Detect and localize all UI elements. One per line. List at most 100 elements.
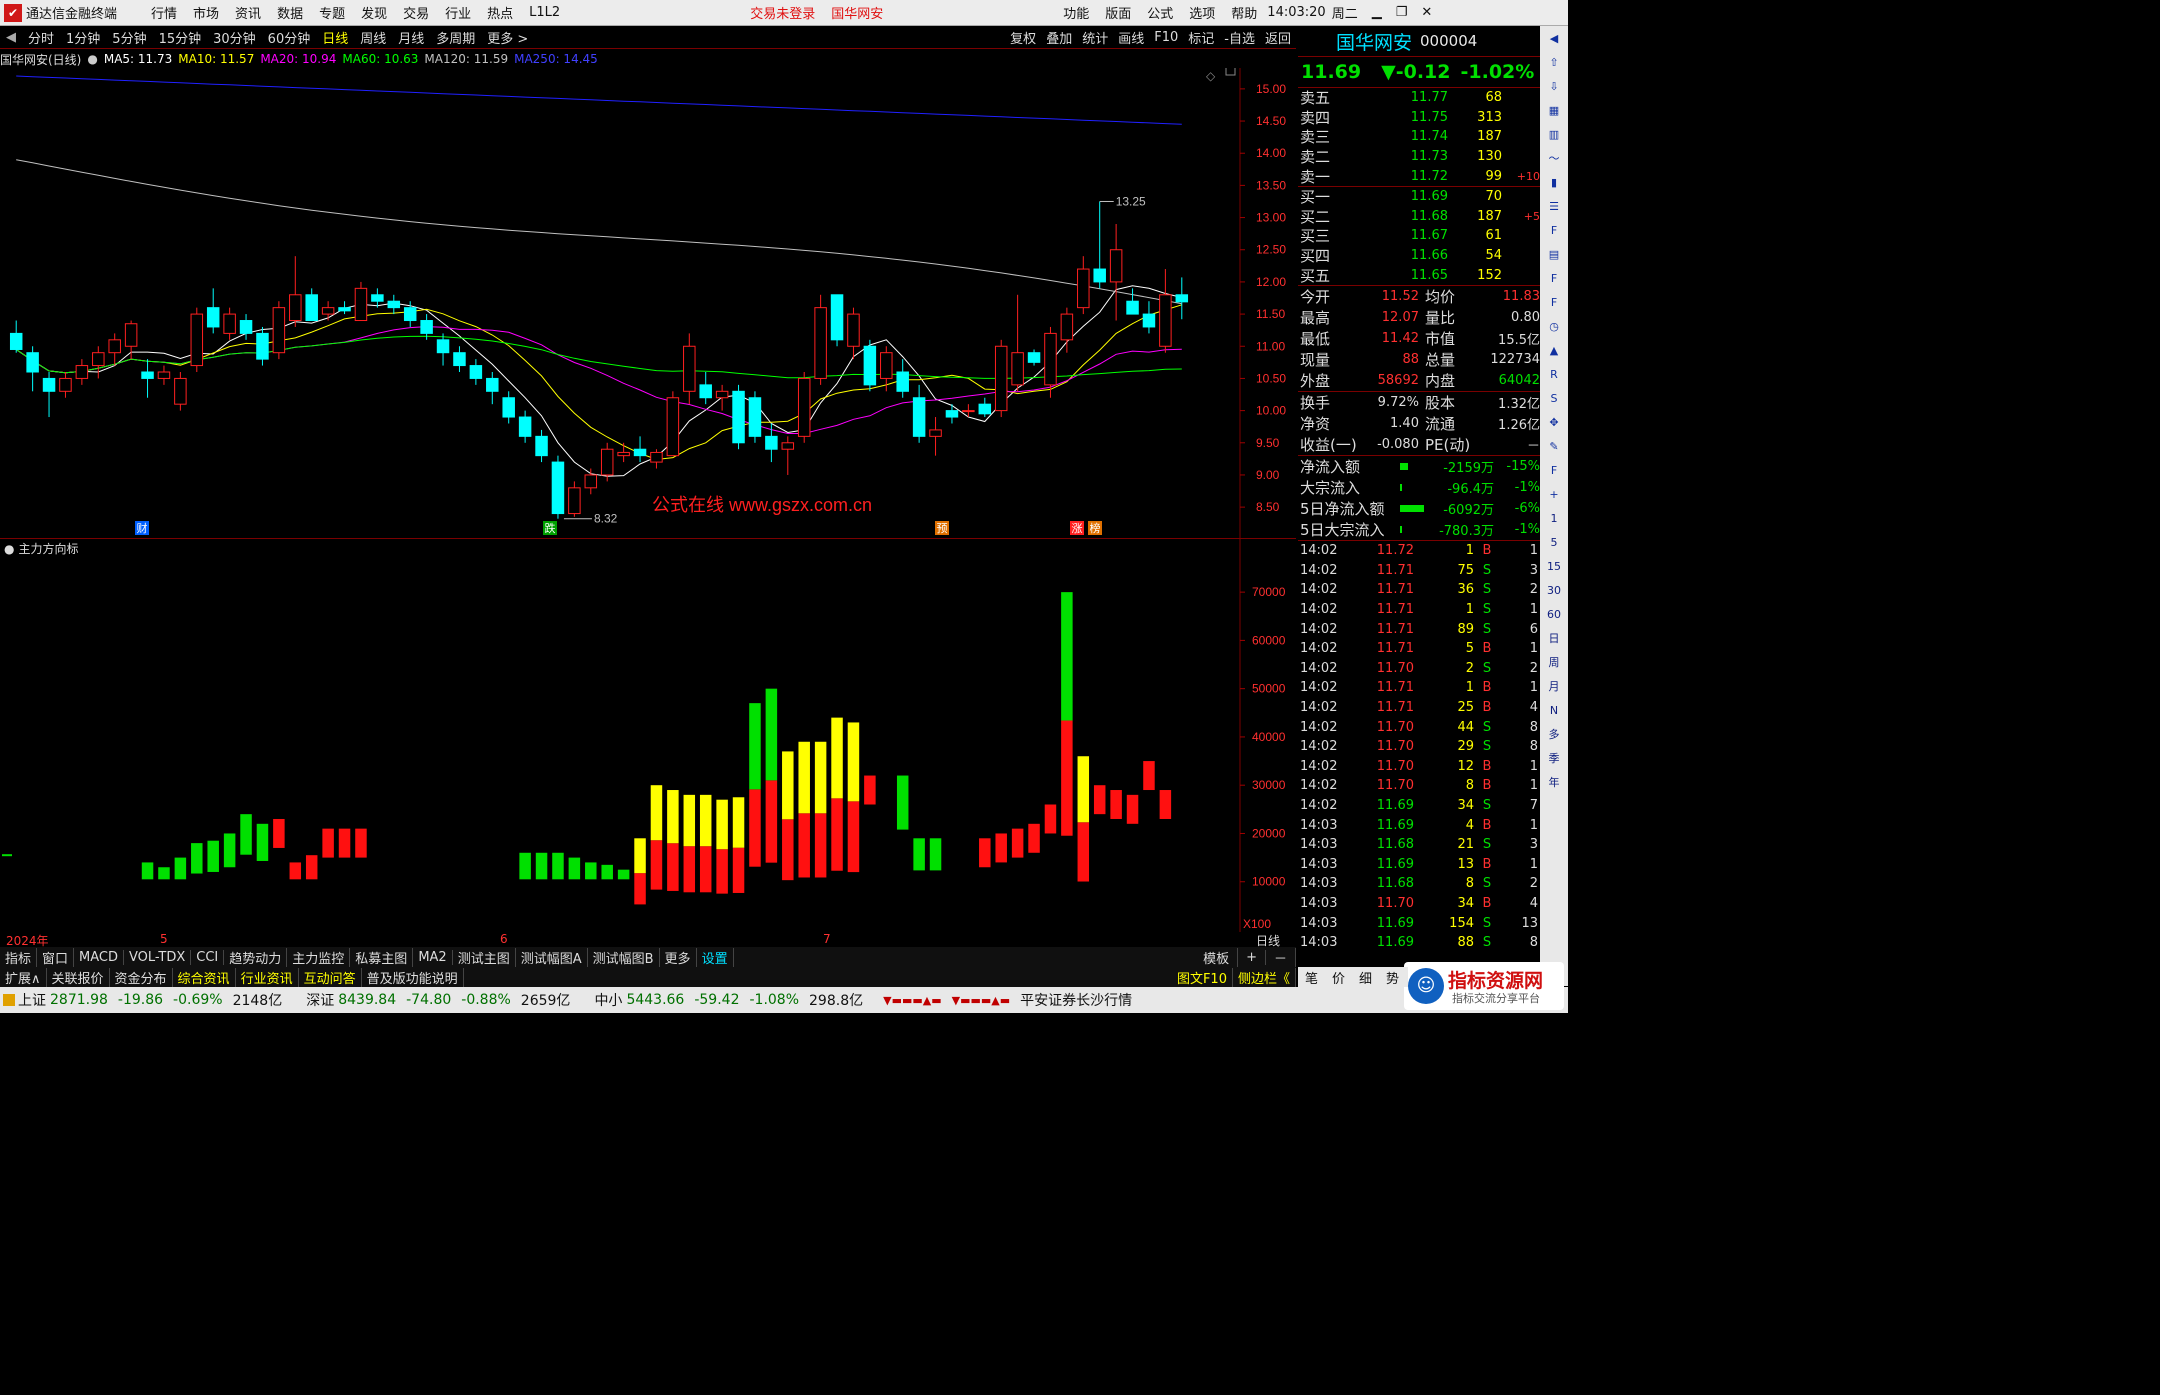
fs-icon[interactable]: F bbox=[1542, 460, 1566, 482]
candle-body[interactable] bbox=[502, 397, 515, 418]
candle-body[interactable] bbox=[124, 323, 138, 347]
rsi-icon[interactable]: R bbox=[1542, 364, 1566, 386]
collapse-icon[interactable]: ◀ bbox=[6, 30, 16, 45]
bars-icon[interactable]: ▥ bbox=[1542, 124, 1566, 146]
period-30min[interactable]: 30分钟 bbox=[213, 28, 256, 47]
candle-body[interactable] bbox=[962, 410, 975, 413]
menu-item-xuanxiang[interactable]: 选项 bbox=[1189, 3, 1215, 22]
clock-icon[interactable]: ◷ bbox=[1542, 316, 1566, 338]
candle-body[interactable] bbox=[92, 352, 105, 367]
chart-box-icon[interactable] bbox=[1225, 68, 1236, 76]
sidebar-period[interactable]: 季 bbox=[1542, 748, 1566, 770]
menu-item-faxian[interactable]: 发现 bbox=[361, 3, 387, 22]
candle-body[interactable] bbox=[108, 339, 121, 354]
period-1min[interactable]: 1分钟 bbox=[66, 28, 100, 47]
tool-tongji[interactable]: 统计 bbox=[1082, 28, 1108, 47]
candle-body[interactable] bbox=[1044, 332, 1057, 386]
indicator-tab[interactable]: 设置 bbox=[697, 947, 734, 967]
menu-item-banmian[interactable]: 版面 bbox=[1105, 3, 1131, 22]
menu-item-l1l2[interactable]: L1L2 bbox=[529, 5, 560, 20]
period-monthly[interactable]: 月线 bbox=[398, 28, 424, 47]
candle-body[interactable] bbox=[633, 448, 647, 457]
sidebar-period[interactable]: 多 bbox=[1542, 724, 1566, 746]
candle-body[interactable] bbox=[436, 339, 450, 354]
bid-row[interactable]: 买三 11.67 61 bbox=[1298, 226, 1540, 246]
tab-tool-button[interactable]: － bbox=[1266, 947, 1296, 967]
indicator-tab[interactable]: 测试幅图A bbox=[516, 947, 588, 967]
sidebar-period[interactable]: 周 bbox=[1542, 652, 1566, 674]
menu-item-jiaoyi[interactable]: 交易 bbox=[403, 3, 429, 22]
candle-body[interactable] bbox=[748, 397, 762, 437]
candle-body[interactable] bbox=[206, 307, 220, 328]
sidebar-period[interactable]: 年 bbox=[1542, 772, 1566, 794]
candle-body[interactable] bbox=[272, 307, 286, 354]
s-icon[interactable]: S bbox=[1542, 388, 1566, 410]
candle-body[interactable] bbox=[797, 377, 811, 437]
candle-body[interactable] bbox=[387, 300, 401, 309]
candle-body[interactable] bbox=[666, 397, 680, 457]
quote-tab[interactable]: 势 bbox=[1386, 968, 1399, 987]
menu-item-zhuanti[interactable]: 专题 bbox=[319, 3, 345, 22]
menu-item-hangqing[interactable]: 行情 bbox=[151, 3, 177, 22]
indicator-tab[interactable]: 主力监控 bbox=[287, 947, 351, 967]
candle-body[interactable] bbox=[486, 377, 499, 392]
candle-body[interactable] bbox=[190, 313, 204, 367]
candle-body[interactable] bbox=[880, 352, 893, 379]
up-icon[interactable]: ⇧ bbox=[1542, 52, 1566, 74]
grid-icon[interactable]: ▦ bbox=[1542, 100, 1566, 122]
indicator-tab[interactable]: 指标 bbox=[0, 947, 38, 967]
extension-tab[interactable]: 扩展∧ bbox=[0, 967, 47, 987]
f10-icon[interactable]: F bbox=[1542, 220, 1566, 242]
indicator-tab[interactable]: MACD bbox=[74, 949, 124, 965]
indicator-tab[interactable]: VOL-TDX bbox=[124, 949, 192, 965]
menu-item-bangzhu[interactable]: 帮助 bbox=[1231, 3, 1257, 22]
candle-body[interactable] bbox=[42, 377, 56, 392]
doc-icon[interactable]: ▤ bbox=[1542, 244, 1566, 266]
candle-body[interactable] bbox=[584, 474, 598, 489]
menu-item-hangye[interactable]: 行业 bbox=[445, 3, 471, 22]
menu-item-shichang[interactable]: 市场 bbox=[193, 3, 219, 22]
ask-row[interactable]: 卖四 11.75 313 bbox=[1298, 108, 1540, 128]
quote-tab[interactable]: 价 bbox=[1332, 968, 1345, 987]
sidebar-period[interactable]: 15 bbox=[1542, 556, 1566, 578]
candle-body[interactable] bbox=[765, 435, 778, 450]
candle-body[interactable] bbox=[650, 451, 663, 463]
candle-body[interactable] bbox=[26, 352, 39, 373]
settings-dot-icon[interactable]: ● bbox=[87, 52, 97, 66]
menu-item-zixun[interactable]: 资讯 bbox=[235, 3, 261, 22]
period-weekly[interactable]: 周线 bbox=[360, 28, 386, 47]
period-fenshi[interactable]: 分时 bbox=[28, 28, 54, 47]
candle-body[interactable] bbox=[929, 429, 942, 437]
tab-tool-button[interactable]: + bbox=[1238, 949, 1266, 965]
candlestick-chart[interactable]: 15.00 14.50 14.00 13.50 13.00 12.50 12.00 11.50… bbox=[0, 68, 1296, 538]
candle-body[interactable] bbox=[699, 384, 712, 399]
extension-tab[interactable]: 关联报价 bbox=[47, 967, 110, 987]
period-60min[interactable]: 60分钟 bbox=[268, 28, 311, 47]
candle-body[interactable] bbox=[814, 307, 827, 379]
candle-body[interactable] bbox=[863, 345, 877, 386]
tab-tool-button[interactable]: 模板 bbox=[1195, 947, 1239, 967]
candle-body[interactable] bbox=[354, 287, 368, 322]
f-icon[interactable]: F bbox=[1542, 268, 1566, 290]
move-icon[interactable]: ✥ bbox=[1542, 412, 1566, 434]
indicator-tab[interactable]: CCI bbox=[191, 949, 225, 965]
candle-body[interactable] bbox=[978, 403, 992, 415]
ask-row[interactable]: 卖五 11.77 68 bbox=[1298, 88, 1540, 108]
menu-item-gongneng[interactable]: 功能 bbox=[1063, 3, 1089, 22]
candle-body[interactable] bbox=[945, 410, 959, 418]
candle-body[interactable] bbox=[518, 416, 532, 437]
sidebar-period[interactable]: 30 bbox=[1542, 580, 1566, 602]
candle-body[interactable] bbox=[600, 448, 614, 476]
period-5min[interactable]: 5分钟 bbox=[112, 28, 146, 47]
sh-label[interactable]: 上证 bbox=[18, 990, 46, 1010]
candle-body[interactable] bbox=[683, 345, 696, 392]
sz-label[interactable]: 深证 bbox=[306, 990, 334, 1010]
indicator-chart[interactable]: 70000 60000 50000 40000 30000 20000 10000 X100 bbox=[0, 538, 1296, 932]
candle-body[interactable] bbox=[912, 397, 926, 437]
period-daily[interactable]: 日线 bbox=[322, 28, 348, 47]
extension-tab[interactable]: 互动问答 bbox=[299, 967, 362, 987]
ask-row[interactable]: 卖三 11.74 187 bbox=[1298, 127, 1540, 147]
candle-body[interactable] bbox=[9, 332, 23, 350]
candle-body[interactable] bbox=[59, 377, 72, 392]
tool-biaoji[interactable]: 标记 bbox=[1188, 28, 1214, 47]
